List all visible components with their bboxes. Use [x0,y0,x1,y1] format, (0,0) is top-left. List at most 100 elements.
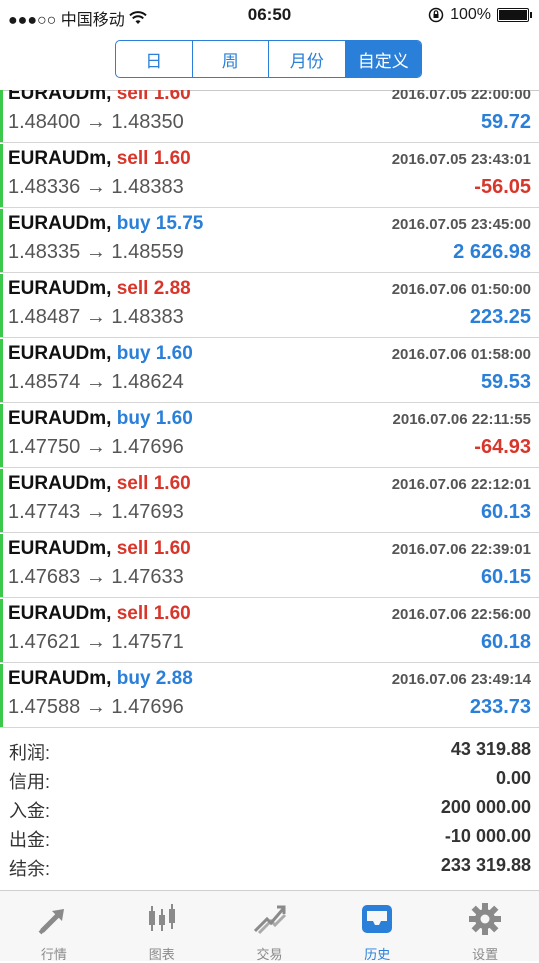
tab-trade-chart[interactable]: 交易 [216,891,324,962]
deal-volume: 2.88 [153,278,191,299]
candlestick-chart-icon [144,901,180,944]
summary-value: 200 000.00 [440,797,531,817]
deal-time: 2016.07.06 22:12:01 [391,476,531,493]
deal-volume: 2.88 [155,668,193,689]
deal-symbol: EURAUDm, [8,148,112,169]
deal-prices: 1.48487 → 1.48383 [8,306,184,328]
tab-history-tray[interactable]: 历史 [323,891,431,962]
summary-row: 入金: 200 000.00 [0,795,539,824]
deal-symbol: EURAUDm, [8,278,112,299]
deal-row[interactable]: EURAUDm, buy 2.88 2016.07.06 23:49:14 1.47… [0,664,539,728]
deal-time: 2016.07.06 01:58:00 [391,346,531,363]
tab-label: 交易 [256,947,283,962]
deal-profit: 60.15 [480,566,531,588]
deal-header: EURAUDm, sell 1.60 [8,473,191,495]
summary-row: 出金: -10 000.00 [0,824,539,853]
segment-0[interactable]: 日 [116,41,193,77]
tab-gear[interactable]: 设置 [431,891,539,962]
deal-time: 2016.07.06 01:50:00 [391,281,531,298]
deal-prices: 1.48574 → 1.48624 [8,371,184,393]
deal-row[interactable]: EURAUDm, buy 1.60 2016.07.06 01:58:00 1.48… [0,339,539,403]
deal-row[interactable]: EURAUDm, sell 2.88 2016.07.06 01:50:00 1.4… [0,274,539,338]
deal-time: 2016.07.05 22:00:00 [391,90,531,103]
deal-profit: -64.93 [474,436,531,458]
deal-prices: 1.47621 → 1.47571 [8,631,184,653]
segment-1[interactable]: 周 [193,41,269,77]
deal-prices: 1.47683 → 1.47633 [8,566,184,588]
account-summary: 利润: 43 319.88 信用: 0.00 入金: 200 000.00 出金: -10 0… [0,737,539,882]
deal-prices: 1.47588 → 1.47696 [8,696,184,718]
deal-header: EURAUDm, sell 1.60 [8,603,191,625]
deal-symbol: EURAUDm, [8,408,112,429]
tab-label: 设置 [472,947,499,962]
deal-profit: 60.13 [480,501,531,523]
tab-label: 行情 [40,947,67,962]
deal-profit: 2 626.98 [453,241,531,263]
summary-row: 利润: 43 319.88 [0,737,539,766]
deal-volume: 1.60 [153,603,191,624]
deal-profit: 59.72 [480,111,531,133]
tab-quotes-arrows[interactable]: 行情 [0,891,108,962]
deal-volume: 1.60 [155,408,193,429]
summary-label: 结余: [9,859,51,879]
summary-value: 233 319.88 [440,855,531,875]
gear-icon [467,901,503,944]
deal-symbol: EURAUDm, [8,538,112,559]
deal-time: 2016.07.05 23:43:01 [391,151,531,168]
summary-value: -10 000.00 [444,826,531,846]
deal-row[interactable]: EURAUDm, sell 1.60 2016.07.06 22:12:01 1.4… [0,469,539,533]
deal-row[interactable]: EURAUDm, buy 1.60 2016.07.06 22:11:55 1.47… [0,404,539,468]
history-tray-icon [359,901,395,944]
deal-row[interactable]: EURAUDm, buy 15.75 2016.07.05 23:45:00 1.4… [0,209,539,273]
orientation-lock-icon [428,7,444,23]
deal-row[interactable]: EURAUDm, sell 1.60 2016.07.06 22:39:01 1.4… [0,534,539,598]
deal-row[interactable]: EURAUDm, sell 1.60 2016.07.06 22:56:00 1.4… [0,599,539,663]
deal-symbol: EURAUDm, [8,603,112,624]
battery-group: 100% [428,6,532,24]
deal-header: EURAUDm, sell 1.60 [8,538,191,560]
deal-header: EURAUDm, buy 1.60 [8,343,193,365]
segment-3[interactable]: 自定义 [345,41,421,77]
trade-chart-icon [251,901,287,944]
deals-list[interactable]: EURAUDm, sell 1.60 2016.07.05 22:00:00 1.4… [0,90,539,730]
deal-header: EURAUDm, buy 2.88 [8,668,193,690]
deal-time: 2016.07.06 22:56:00 [391,606,531,623]
deal-prices: 1.48335 → 1.48559 [8,241,184,263]
summary-label: 利润: [9,743,51,763]
deal-side: sell [116,90,149,104]
deal-symbol: EURAUDm, [8,473,112,494]
tab-candlestick-chart[interactable]: 图表 [108,891,216,962]
deal-header: EURAUDm, buy 15.75 [8,213,203,235]
deal-time: 2016.07.06 22:39:01 [391,541,531,558]
summary-label: 信用: [9,772,51,792]
summary-value: 43 319.88 [450,739,531,759]
deal-prices: 1.47743 → 1.47693 [8,501,184,523]
deal-row[interactable]: EURAUDm, sell 1.60 2016.07.05 23:43:01 1.4… [0,144,539,208]
summary-label: 出金: [9,830,51,850]
deal-profit: -56.05 [474,176,531,198]
deal-symbol: EURAUDm, [8,213,112,234]
deal-volume: 1.60 [153,90,191,104]
deal-volume: 15.75 [155,213,204,234]
deal-side: buy [116,213,151,234]
deal-time: 2016.07.05 23:45:00 [391,216,531,233]
deal-prices: 1.48336 → 1.48383 [8,176,184,198]
deal-profit: 233.73 [469,696,531,718]
tab-label: 图表 [148,947,175,962]
segment-2[interactable]: 月份 [269,41,346,77]
deal-time: 2016.07.06 22:11:55 [392,411,531,428]
deal-row[interactable]: EURAUDm, sell 1.60 2016.07.05 22:00:00 1.4… [0,90,539,143]
deal-profit: 59.53 [480,371,531,393]
deal-side: buy [116,668,151,689]
deal-header: EURAUDm, sell 1.60 [8,90,191,105]
deal-side: sell [116,538,149,559]
deal-side: sell [116,473,149,494]
quotes-arrows-icon [36,901,72,944]
period-segmented-control: 日周月份 自定义 [115,40,422,78]
tab-label: 历史 [364,947,391,962]
deal-side: sell [116,278,149,299]
summary-value: 0.00 [495,768,531,788]
deal-side: sell [116,148,149,169]
battery-icon [497,8,532,22]
deal-symbol: EURAUDm, [8,90,112,104]
